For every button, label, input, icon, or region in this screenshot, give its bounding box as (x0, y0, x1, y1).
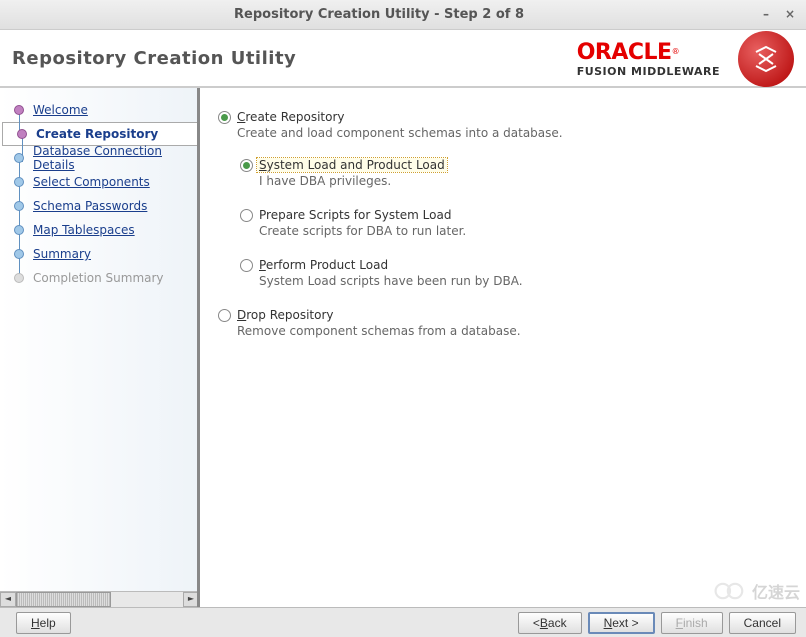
window-title: Repository Creation Utility - Step 2 of … (8, 7, 750, 22)
step-label: Map Tablespaces (33, 223, 135, 237)
radio-icon (218, 309, 231, 322)
radio-icon (240, 209, 253, 222)
option-desc: I have DBA privileges. (259, 174, 788, 188)
radio-icon (240, 159, 253, 172)
radio-icon (240, 259, 253, 272)
step-map-tablespaces[interactable]: Map Tablespaces (0, 218, 199, 242)
oracle-circle-icon (738, 31, 794, 87)
oracle-subtitle: FUSION MIDDLEWARE (577, 65, 720, 78)
step-summary[interactable]: Summary (0, 242, 199, 266)
option-desc: Create scripts for DBA to run later. (259, 224, 788, 238)
step-bullet-icon (14, 153, 24, 163)
step-label: Welcome (33, 103, 88, 117)
watermark: 亿速云 (712, 579, 800, 603)
option-desc: System Load scripts have been run by DBA… (259, 274, 788, 288)
branding: ORACLE® FUSION MIDDLEWARE (577, 30, 806, 88)
step-bullet-icon (17, 129, 27, 139)
step-label: Completion Summary (33, 271, 164, 285)
step-label: Summary (33, 247, 91, 261)
step-bullet-icon (14, 177, 24, 187)
oracle-logo: ORACLE (577, 40, 672, 65)
step-label: Create Repository (36, 127, 158, 141)
option-label: System Load and Product Load (257, 158, 447, 172)
scrollbar-thumb[interactable] (16, 592, 111, 607)
step-welcome[interactable]: Welcome (0, 98, 199, 122)
step-database-connection-details[interactable]: Database Connection Details (0, 146, 199, 170)
sidebar-scrollbar[interactable]: ◄ ► (0, 591, 199, 607)
next-button[interactable]: Next > (588, 612, 655, 634)
step-label: Select Components (33, 175, 150, 189)
step-bullet-icon (14, 273, 24, 283)
step-bullet-icon (14, 105, 24, 115)
content-pane: Create Repository Create and load compon… (197, 88, 806, 607)
radio-create-repository[interactable]: Create Repository (218, 110, 788, 124)
step-select-components[interactable]: Select Components (0, 170, 199, 194)
drop-repository-desc: Remove component schemas from a database… (237, 324, 788, 338)
header-title: Repository Creation Utility (12, 48, 296, 69)
help-button[interactable]: Help (16, 612, 71, 634)
step-create-repository[interactable]: Create Repository (2, 122, 199, 146)
back-button[interactable]: < Back (518, 612, 582, 634)
create-repository-desc: Create and load component schemas into a… (237, 126, 788, 140)
footer: Help < Back Next > Finish Cancel (0, 607, 806, 637)
step-label: Database Connection Details (33, 144, 199, 172)
minimize-button[interactable]: – (758, 7, 774, 23)
finish-button: Finish (661, 612, 723, 634)
close-button[interactable]: × (782, 7, 798, 23)
radio-icon (218, 111, 231, 124)
step-label: Schema Passwords (33, 199, 147, 213)
radio-sub-option-0[interactable]: System Load and Product Load (240, 158, 788, 172)
sidebar: Welcome Create Repository Database Connect… (0, 88, 200, 607)
step-bullet-icon (14, 249, 24, 259)
scroll-left-icon[interactable]: ◄ (0, 592, 16, 607)
radio-sub-option-2[interactable]: Perform Product Load (240, 258, 788, 272)
option-label: Perform Product Load (259, 258, 388, 272)
header: Repository Creation Utility ORACLE® FUSI… (0, 30, 806, 88)
step-bullet-icon (14, 225, 24, 235)
cancel-button[interactable]: Cancel (729, 612, 796, 634)
radio-sub-option-1[interactable]: Prepare Scripts for System Load (240, 208, 788, 222)
option-label: Prepare Scripts for System Load (259, 208, 451, 222)
titlebar: Repository Creation Utility - Step 2 of … (0, 0, 806, 30)
step-schema-passwords[interactable]: Schema Passwords (0, 194, 199, 218)
radio-drop-repository[interactable]: Drop Repository (218, 308, 788, 322)
step-bullet-icon (14, 201, 24, 211)
step-completion-summary: Completion Summary (0, 266, 199, 290)
